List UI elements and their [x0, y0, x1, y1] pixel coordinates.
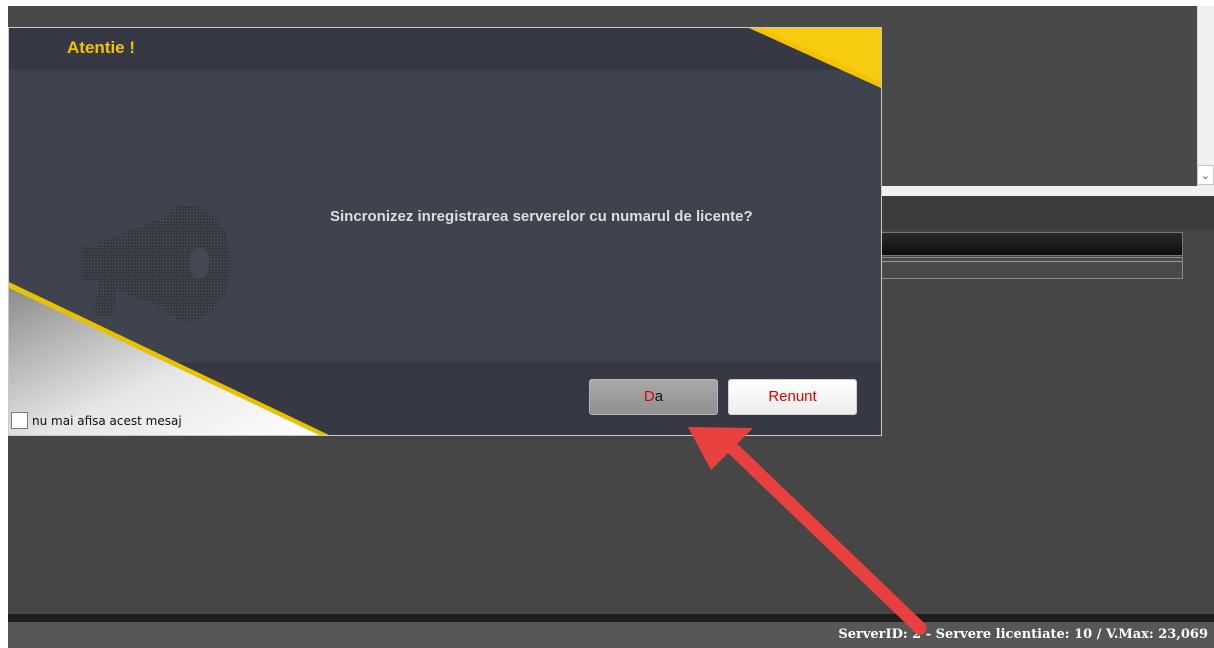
arrow-shaft: [721, 437, 927, 635]
red-arrow-annotation: [688, 427, 927, 635]
